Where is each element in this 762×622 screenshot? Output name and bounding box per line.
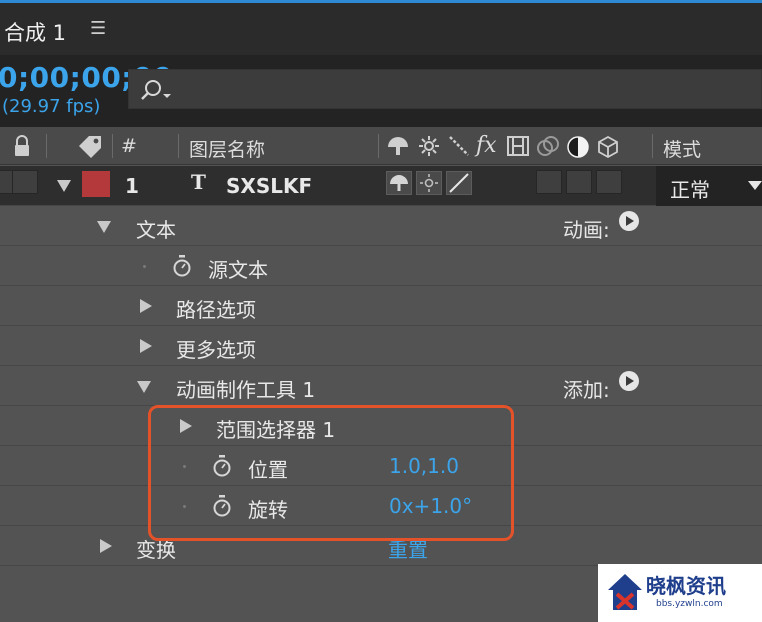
3d-layer-icon[interactable] — [596, 135, 620, 159]
fx-icon[interactable]: fx — [476, 133, 497, 158]
search-icon[interactable] — [139, 77, 173, 103]
label-tag-icon[interactable] — [76, 133, 104, 159]
panel-menu-icon[interactable]: ☰ — [90, 18, 106, 39]
sun-icon — [420, 174, 438, 192]
property-label: 源文本 — [208, 258, 268, 282]
stopwatch-icon[interactable] — [172, 255, 192, 277]
text-layer-icon: T — [191, 170, 206, 194]
watermark: 晓枫资讯 bbs.yzwln.com — [598, 564, 762, 622]
timeline-time-bar: 0;00;00;00 (29.97 fps) — [0, 55, 762, 127]
watermark-title: 晓枫资讯 — [646, 574, 726, 598]
property-row-source-text[interactable]: 源文本 — [0, 246, 762, 286]
animate-menu-button[interactable] — [619, 211, 639, 231]
layer-number: 1 — [125, 174, 139, 198]
expand-arrow-icon[interactable] — [100, 539, 112, 553]
house-logo-icon — [608, 574, 642, 610]
collapse-transform-icon[interactable] — [418, 135, 440, 157]
column-separator — [652, 134, 653, 158]
layer-row[interactable]: 1 T SXSLKF 正常 — [0, 166, 762, 206]
layer-name-column[interactable]: 图层名称 — [189, 135, 265, 162]
slash-icon — [449, 173, 469, 193]
solo-switch[interactable] — [12, 170, 38, 194]
add-menu-button[interactable] — [619, 371, 639, 391]
column-separator — [112, 134, 113, 158]
shy-switch[interactable] — [386, 171, 412, 195]
column-separator — [378, 134, 379, 158]
property-row-text[interactable]: 文本 动画: — [0, 206, 762, 246]
layer-color-label[interactable] — [82, 171, 110, 197]
column-separator — [178, 134, 179, 158]
blend-mode-value: 正常 — [670, 178, 710, 202]
add-label: 添加: — [563, 378, 610, 402]
property-label: 动画制作工具 1 — [176, 378, 316, 402]
layer-search-input[interactable] — [128, 69, 762, 109]
3d-switch[interactable] — [596, 170, 622, 194]
shy-icon[interactable] — [386, 135, 410, 157]
property-label: 更多选项 — [176, 338, 256, 362]
chevron-down-icon — [748, 181, 762, 190]
property-label: 文本 — [136, 218, 176, 242]
mode-column[interactable]: 模式 — [663, 135, 701, 162]
shy-icon — [390, 175, 408, 191]
collapse-switch[interactable] — [416, 171, 442, 195]
adjustment-switch[interactable] — [566, 170, 592, 194]
motion-blur-icon[interactable] — [536, 135, 560, 157]
frame-rate-label: (29.97 fps) — [2, 96, 101, 117]
layer-number-column[interactable]: # — [121, 135, 137, 157]
watermark-url: bbs.yzwln.com — [656, 599, 723, 609]
composition-tab-bar: 合成 1 ☰ — [0, 3, 762, 55]
keyframe-nav-dot — [143, 265, 146, 268]
animate-label: 动画: — [563, 218, 610, 242]
highlight-annotation-box — [148, 405, 514, 541]
collapse-arrow-icon[interactable] — [97, 221, 111, 233]
collapse-arrow-icon[interactable] — [137, 381, 151, 393]
property-row-path-options[interactable]: 路径选项 — [0, 286, 762, 326]
lock-icon[interactable] — [12, 135, 32, 157]
layer-name[interactable]: SXSLKF — [226, 174, 312, 198]
frame-blending-icon[interactable] — [506, 135, 530, 157]
blend-mode-dropdown[interactable]: 正常 — [656, 166, 762, 206]
quality-switch[interactable] — [446, 171, 472, 195]
composition-tab[interactable]: 合成 1 — [4, 17, 66, 47]
expand-arrow-icon[interactable] — [140, 299, 152, 313]
property-row-animator[interactable]: 动画制作工具 1 添加: — [0, 366, 762, 406]
column-separator — [46, 134, 47, 158]
expand-layer-icon[interactable] — [57, 180, 71, 192]
expand-arrow-icon[interactable] — [140, 339, 152, 353]
property-row-more-options[interactable]: 更多选项 — [0, 326, 762, 366]
property-label: 路径选项 — [176, 298, 256, 322]
layer-column-header: # 图层名称 fx 模式 — [0, 127, 762, 165]
effects-switch[interactable] — [536, 170, 562, 194]
adjustment-layer-icon[interactable] — [566, 135, 590, 159]
quality-icon[interactable] — [448, 135, 470, 157]
